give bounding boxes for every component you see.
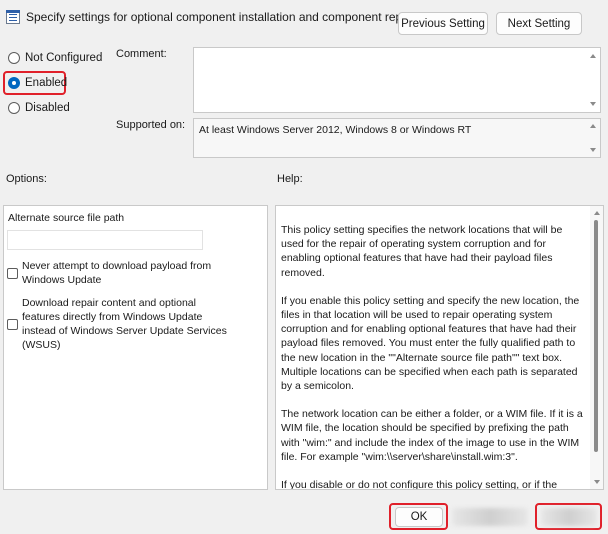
- radio-label: Enabled: [25, 77, 68, 89]
- help-paragraph: If you enable this policy setting and sp…: [281, 294, 580, 393]
- help-paragraph: If you disable or do not configure this …: [281, 479, 558, 490]
- scroll-down-icon[interactable]: [590, 148, 596, 152]
- policy-setting-icon: [6, 10, 20, 24]
- ok-button[interactable]: OK: [395, 507, 443, 527]
- options-label: Options:: [6, 173, 47, 185]
- download-wu-checkbox[interactable]: [7, 319, 18, 330]
- radio-circle-icon: [8, 102, 20, 114]
- radio-enabled[interactable]: Enabled: [8, 77, 67, 89]
- dialog-title: Specify settings for optional component …: [26, 10, 416, 24]
- radio-not-configured[interactable]: Not Configured: [8, 52, 102, 64]
- help-content: This policy setting specifies the networ…: [281, 223, 586, 490]
- comment-label: Comment:: [116, 48, 167, 60]
- apply-button-blurred[interactable]: [541, 508, 597, 526]
- scroll-up-icon[interactable]: [590, 124, 596, 128]
- download-wu-label: Download repair content and optional fea…: [22, 297, 227, 351]
- never-download-checkbox[interactable]: [7, 268, 18, 279]
- source-path-label: Alternate source file path: [8, 212, 125, 224]
- scroll-up-icon[interactable]: [590, 54, 596, 58]
- help-panel: This policy setting specifies the networ…: [275, 205, 604, 490]
- next-setting-button[interactable]: Next Setting: [496, 12, 582, 35]
- radio-disabled[interactable]: Disabled: [8, 102, 70, 114]
- help-label: Help:: [277, 173, 303, 185]
- scrollbar-thumb[interactable]: [594, 220, 598, 452]
- radio-circle-icon: [8, 52, 20, 64]
- scroll-down-icon[interactable]: [594, 480, 600, 484]
- scroll-down-icon[interactable]: [590, 102, 596, 106]
- help-paragraph: This policy setting specifies the networ…: [281, 224, 563, 279]
- cancel-button-blurred[interactable]: [452, 508, 528, 526]
- source-path-input[interactable]: [7, 230, 203, 250]
- radio-selected-icon: [8, 77, 20, 89]
- never-download-label: Never attempt to download payload from W…: [22, 260, 212, 286]
- help-scrollbar[interactable]: [590, 206, 603, 489]
- options-panel: Alternate source file path Never attempt…: [3, 205, 268, 490]
- scroll-up-icon[interactable]: [594, 211, 600, 215]
- previous-setting-button[interactable]: Previous Setting: [398, 12, 488, 35]
- radio-label: Disabled: [25, 102, 70, 114]
- help-paragraph: The network location can be either a fol…: [281, 408, 583, 463]
- radio-label: Not Configured: [25, 52, 103, 64]
- supported-on-value: At least Windows Server 2012, Windows 8 …: [199, 124, 472, 136]
- supported-on-label: Supported on:: [116, 119, 186, 131]
- supported-on-box: At least Windows Server 2012, Windows 8 …: [193, 118, 601, 158]
- comment-textarea[interactable]: [193, 47, 601, 113]
